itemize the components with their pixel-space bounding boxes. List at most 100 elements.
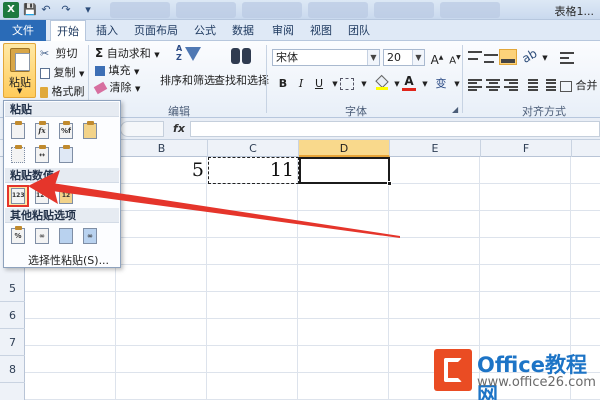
customize-qat-icon[interactable]: ▾ [80,2,96,18]
paste-button[interactable]: 粘贴 ▼ [3,43,36,98]
picture-icon[interactable] [56,226,76,246]
column-header-e[interactable]: E [390,140,481,157]
formula-input[interactable] [190,121,600,137]
copy-button[interactable]: 复制 ▼ [40,64,84,80]
tab-file[interactable]: 文件 [0,20,46,41]
find-select-button[interactable] [229,44,255,70]
fill-down-icon [95,66,105,76]
bold-button[interactable]: B [274,76,292,92]
decrease-indent-icon[interactable] [524,79,540,93]
chevron-down-icon[interactable]: ▼ [412,50,424,65]
font-name-combo[interactable]: 宋体 ▼ [272,49,380,66]
no-borders-icon[interactable] [8,145,28,165]
font-size-value: 20 [387,51,401,64]
font-color-glyph: A [404,74,414,88]
active-cell-d[interactable] [299,157,392,186]
align-left-icon[interactable] [468,79,484,93]
find-select-label[interactable]: 查找和选择 [214,72,269,88]
keep-column-widths-icon[interactable]: ↔ [32,145,52,165]
format-painter-button[interactable]: 格式刷 [40,83,85,99]
chevron-down-icon[interactable]: ▼ [355,76,373,92]
fill-button[interactable]: 填充 ▼ [95,62,139,78]
paste-formulas-icon[interactable]: fx [32,121,52,141]
align-middle-icon[interactable] [484,51,500,65]
tab-view[interactable]: 视图 [304,20,338,41]
paste-link-icon[interactable]: ∞ [32,226,52,246]
tab-review[interactable]: 审阅 [266,20,300,41]
sort-az-icon: AZ [176,44,183,62]
menu-section-other-paste: 其他粘贴选项 [5,208,119,223]
fill-label: 填充 [108,64,131,77]
font-color-button[interactable]: A [402,75,416,91]
column-header-c[interactable]: C [208,140,299,157]
sort-filter-button[interactable]: AZ [172,44,201,70]
excel-app-icon[interactable]: X [3,2,19,18]
name-box[interactable] [120,121,164,137]
ribbon-tabs: 文件 开始 插入 页面布局 公式 数据 审阅 视图 团队 [0,20,600,42]
autosum-label: 自动求和 [106,47,151,60]
tab-home[interactable]: 开始 [50,20,86,42]
values-number-format-icon[interactable]: 12% [32,186,52,206]
tab-team[interactable]: 团队 [342,20,376,41]
paste-icon[interactable] [8,121,28,141]
chevron-down-icon: ▼ [135,85,141,93]
font-size-combo[interactable]: 20 ▼ [383,49,425,66]
row-header-6[interactable]: 6 [0,302,25,329]
cell-b-value[interactable]: 5 [116,159,204,181]
chevron-down-icon[interactable]: ▼ [536,50,554,66]
undo-icon[interactable]: ↶ [38,2,54,18]
paste-options-menu: 粘贴 fx %f ↔ 粘贴数值 123 12% 12 其他粘贴选项 % ∞ ∞ … [3,100,121,268]
paste-formulas-number-format-icon[interactable]: %f [56,121,76,141]
redo-icon[interactable]: ↷ [58,2,74,18]
increase-indent-icon[interactable] [542,79,558,93]
insert-function-icon[interactable]: fx [170,121,188,137]
linked-picture-icon[interactable]: ∞ [80,226,100,246]
font-color-swatch [402,88,416,91]
align-center-icon[interactable] [486,79,502,93]
chevron-down-icon: ▼ [79,70,85,78]
column-header-b[interactable]: B [116,140,208,157]
formatting-icon[interactable]: % [8,226,28,246]
column-header-d[interactable]: D [299,140,390,157]
fill-color-icon[interactable] [375,74,389,90]
dialog-launcher-icon[interactable]: ◢ [452,105,458,114]
scissors-icon: ✂ [40,47,50,60]
row-header-5[interactable]: 5 [0,275,25,302]
row-header-8[interactable]: 8 [0,356,25,383]
group-label-editing: 编辑 [168,105,190,118]
wrap-text-icon[interactable] [560,52,574,64]
borders-icon[interactable] [340,78,354,90]
align-top-icon[interactable] [468,51,484,65]
fill-handle[interactable] [387,181,392,186]
chevron-down-icon[interactable]: ▼ [367,50,379,65]
align-right-icon[interactable] [504,79,520,93]
tab-formulas[interactable]: 公式 [188,20,222,41]
blurred-document-tab [176,2,236,18]
merge-center-button[interactable]: 合并 [560,77,598,93]
paste-values-icon[interactable]: 123 [7,185,29,207]
transpose-icon[interactable] [56,145,76,165]
values-source-format-icon[interactable]: 12 [56,186,76,206]
autosum-button[interactable]: Σ 自动求和 ▼ [95,45,160,61]
increase-font-icon[interactable]: A▲ [428,50,446,67]
keep-source-formatting-icon[interactable] [80,121,100,141]
office-logo-icon [434,349,472,391]
clear-button[interactable]: 清除 ▼ [93,79,141,95]
chevron-down-icon[interactable]: ▼ [448,76,466,92]
column-header-f[interactable]: F [481,140,572,157]
align-bottom-icon[interactable] [499,49,517,65]
tab-page-layout[interactable]: 页面布局 [128,20,184,41]
cut-button[interactable]: ✂ 剪切 [40,45,78,61]
tab-insert[interactable]: 插入 [90,20,124,41]
save-icon[interactable]: 💾 [22,2,38,18]
tab-data[interactable]: 数据 [226,20,260,41]
italic-button[interactable]: I [292,76,310,92]
blurred-document-tab [440,2,500,18]
paste-special-menu-item[interactable]: 选择性粘贴(S)... [28,252,109,268]
title-bar: X 💾 ↶ ↷ ▾ 表格1... [0,0,600,20]
binoculars-icon [231,48,240,64]
row-header-7[interactable]: 7 [0,329,25,356]
sort-filter-label[interactable]: 排序和筛选 [160,72,215,88]
eraser-icon [93,81,108,95]
clear-label: 清除 [109,81,132,94]
